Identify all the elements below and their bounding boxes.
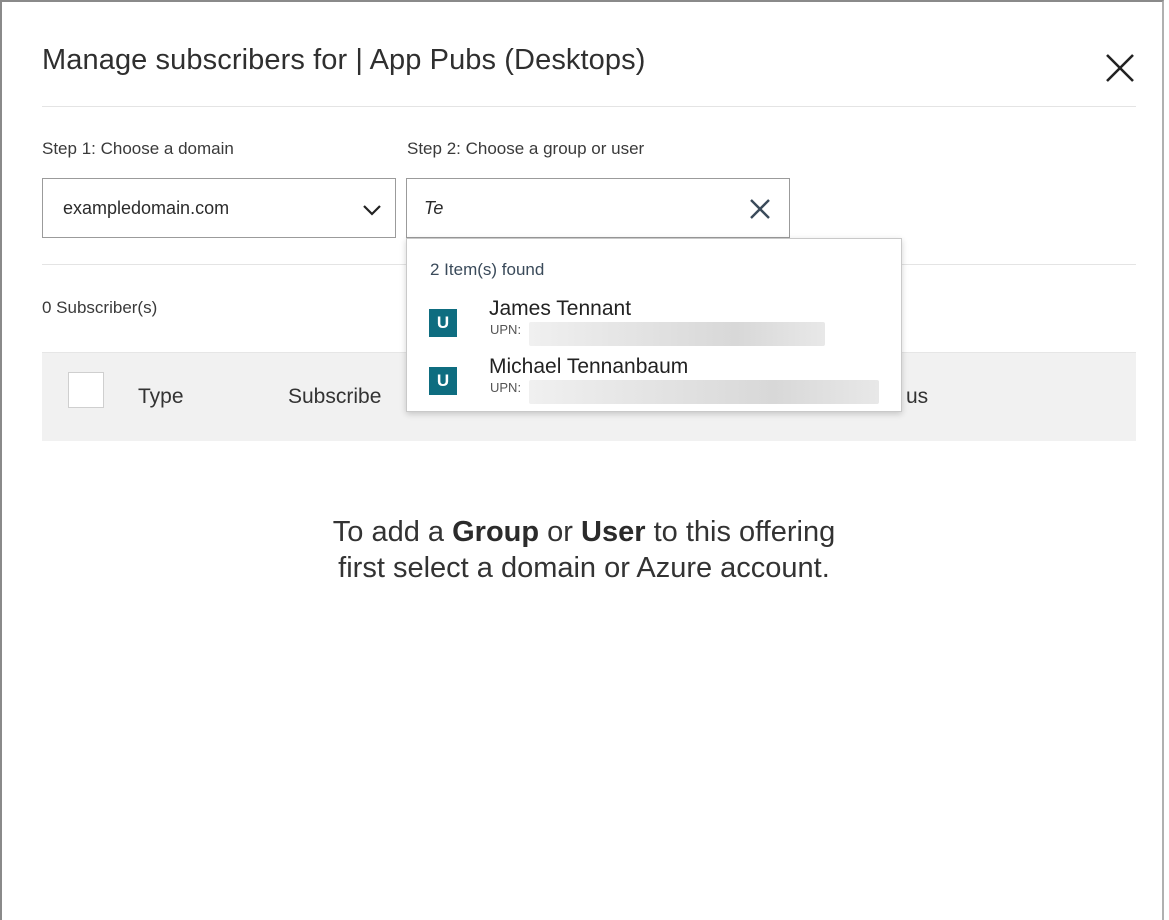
- group-user-search-input[interactable]: Te: [406, 178, 790, 238]
- step1-label: Step 1: Choose a domain: [42, 139, 234, 158]
- result-upn-label: UPN:: [490, 380, 522, 395]
- results-count: 2 Item(s) found: [430, 260, 545, 279]
- redacted-upn: [529, 380, 879, 404]
- result-name: Michael Tennanbaum: [489, 355, 689, 378]
- close-icon: [1106, 54, 1134, 82]
- redacted-upn: [529, 322, 825, 346]
- result-name: James Tennant: [489, 297, 632, 320]
- search-result-item[interactable]: U James Tennant UPN:: [407, 297, 901, 355]
- header-divider: [42, 106, 1136, 107]
- chevron-down-icon: [363, 205, 381, 216]
- step2-label: Step 2: Choose a group or user: [407, 139, 645, 158]
- empty-state-line1: To add a Group or User to this offering: [332, 516, 836, 548]
- search-result-item[interactable]: U Michael Tennanbaum UPN:: [407, 355, 901, 413]
- domain-select-value: exampledomain.com: [63, 198, 230, 218]
- column-header-status[interactable]: us: [906, 385, 928, 409]
- column-header-subscriber[interactable]: Subscribe: [288, 385, 381, 409]
- user-type-badge: U: [429, 309, 457, 337]
- search-results-dropdown: 2 Item(s) found U James Tennant UPN: U M…: [406, 238, 902, 412]
- domain-select[interactable]: exampledomain.com: [42, 178, 396, 238]
- manage-subscribers-dialog: Manage subscribers for | App Pubs (Deskt…: [0, 0, 1164, 920]
- clear-icon[interactable]: [745, 194, 775, 224]
- close-button[interactable]: [1098, 46, 1142, 90]
- select-all-checkbox[interactable]: [68, 372, 104, 408]
- empty-state-line2: first select a domain or Azure account.: [338, 552, 830, 584]
- dialog-title: Manage subscribers for | App Pubs (Deskt…: [42, 44, 646, 76]
- subscriber-count: 0 Subscriber(s): [42, 298, 158, 317]
- empty-state-message: To add a Group or User to this offering …: [2, 514, 1166, 586]
- column-header-type[interactable]: Type: [138, 385, 184, 409]
- user-type-badge: U: [429, 367, 457, 395]
- result-upn-label: UPN:: [490, 322, 522, 337]
- search-input-value: Te: [424, 198, 444, 218]
